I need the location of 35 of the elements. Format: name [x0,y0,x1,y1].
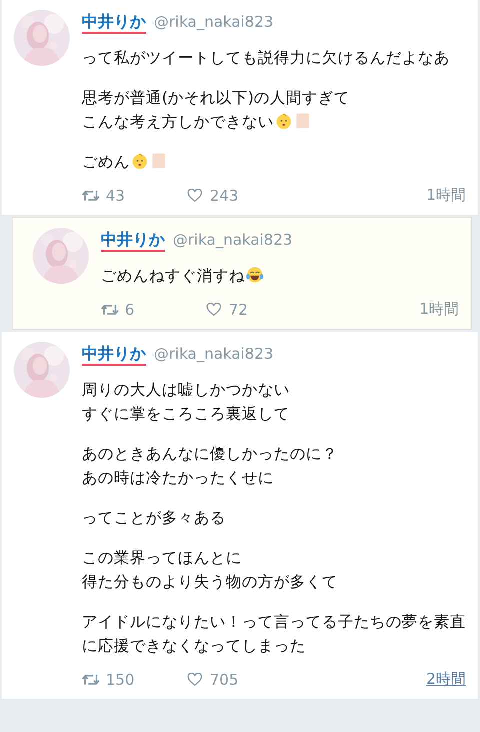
tweet-text: この業界ってほんとに 得た分ものより失う物の方が多くて [82,548,339,593]
like-button[interactable]: 243 [186,186,290,204]
timestamp-link[interactable]: 1時間 [419,300,459,319]
like-button[interactable]: 72 [205,300,309,318]
heart-icon [186,672,204,686]
tweet-text: 思考が普通(かそれ以下)の人間すぎて こんな考え方しかできない [82,88,352,133]
baby-face-icon [275,112,293,130]
tweet-text: 周りの大人は嘘しかつかない すぐに掌をころころ裏返して [82,380,291,425]
tweet-text: アイドルになりたい！って言ってる子たちの夢を素直に応援できなくなってしまった [82,612,466,657]
baby-face-icon [131,152,149,170]
user-handle: @rika_nakai823 [154,345,274,363]
laughing-tears-icon [246,266,264,284]
user-handle: @rika_nakai823 [154,13,274,31]
like-button[interactable]: 705 [186,670,290,688]
retweet-icon [82,188,100,202]
user-name[interactable]: 中井りか [82,12,146,34]
tweet-text: ごめんねすぐ消すね [101,264,459,288]
user-name[interactable]: 中井りか [101,230,165,252]
tweet-text: ごめん [82,150,466,174]
timestamp-link[interactable]: 2時間 [426,670,466,689]
heart-icon [205,302,223,316]
retweet-button[interactable]: 150 [82,670,186,688]
retweet-icon [101,302,119,316]
heart-icon [186,188,204,202]
skin-tone-swatch-icon [150,152,168,170]
timestamp-link[interactable]: 1時間 [426,186,466,205]
retweet-button[interactable]: 6 [101,300,205,318]
tweet-text: って私がツイートしても説得力に欠けるんだよなあ [82,48,451,69]
retweet-button[interactable]: 43 [82,186,186,204]
skin-tone-swatch-icon [294,112,312,130]
tweet-text: ってことが多々ある [82,508,227,529]
retweet-icon [82,672,100,686]
user-handle: @rika_nakai823 [173,231,293,249]
user-name[interactable]: 中井りか [82,344,146,366]
tweet-text: あのときあんなに優しかったのに？ あの時は冷たかったくせに [82,444,339,489]
